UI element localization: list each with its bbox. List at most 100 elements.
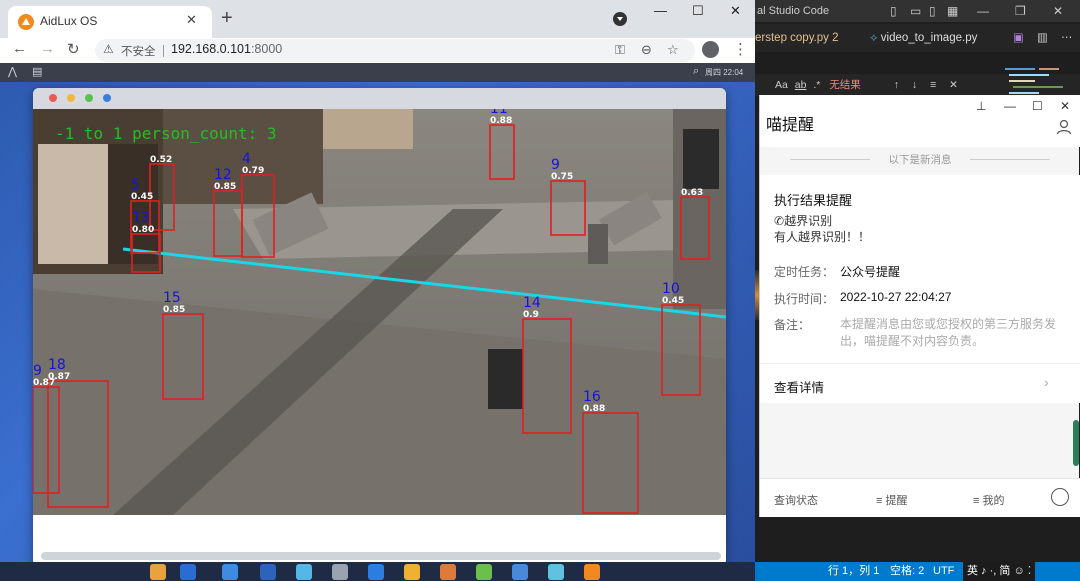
detection-video[interactable]: 0.52 12 0.85 4 0.79 5 0.45 13 0.80 15 0.85 18 0.87 9 0… — [33, 109, 726, 515]
miao-title: 喵提醒 — [766, 117, 815, 134]
track-id-label: 12 — [214, 167, 232, 183]
more-actions-icon[interactable]: ⋯ — [1061, 24, 1073, 52]
reload-icon[interactable]: ↻ — [67, 40, 80, 58]
score-label: 0.45 — [662, 296, 684, 306]
address-bar[interactable]: ⚠ 不安全 192.168.0.101:8000 ⚿ ⊖ ☆ — [95, 39, 695, 62]
viewer-info-icon[interactable] — [103, 94, 111, 102]
card-subtitle-text: 越界识别 — [784, 214, 833, 228]
taskbar-terminal-icon[interactable] — [180, 564, 196, 580]
detection-box — [489, 124, 515, 180]
vscode-restore-icon[interactable]: ❐ — [1015, 0, 1026, 22]
taskbar-app3-icon[interactable] — [548, 564, 564, 580]
taskbar-store-icon[interactable] — [368, 564, 384, 580]
close-find-icon[interactable]: ✕ — [949, 79, 958, 91]
viewer-horizontal-scrollbar[interactable] — [41, 552, 721, 560]
vscode-tabs: erstep copy.py 2 ⟡ video_to_image.py ▣ ▥… — [755, 24, 1080, 52]
url-text[interactable]: 192.168.0.101:8000 — [171, 42, 282, 56]
taskbar-code-icon[interactable] — [260, 564, 276, 580]
tab-steps-copy[interactable]: erstep copy.py 2 — [755, 24, 839, 52]
taskbar-bulb-icon[interactable] — [404, 564, 420, 580]
viewer-zoom-icon[interactable] — [85, 94, 93, 102]
warning-icon[interactable]: ⚠ — [103, 42, 114, 56]
tab-video-to-image[interactable]: ⟡ video_to_image.py — [870, 24, 977, 52]
whole-word-icon[interactable]: ab — [795, 79, 807, 91]
chevron-right-icon[interactable]: › — [1044, 374, 1049, 390]
ime-indicator[interactable]: 英 ♪ ·, 简 ☺ ⁚ — [963, 562, 1036, 581]
indent-setting[interactable]: 空格: 2 — [890, 562, 924, 581]
miao-scrollbar[interactable] — [1073, 420, 1079, 466]
miao-maximize-icon[interactable]: ☐ — [1032, 99, 1043, 113]
layout-aux-icon[interactable]: ▯ — [929, 0, 936, 22]
layout-panel-icon[interactable]: ▭ — [910, 0, 921, 22]
split-editor-icon[interactable]: ▥ — [1037, 24, 1048, 52]
layout-sidebar-icon[interactable]: ▯ — [890, 0, 897, 22]
find-selection-icon[interactable]: ≡ — [930, 79, 936, 91]
miao-minimize-icon[interactable]: — — [1004, 99, 1016, 113]
taskbar-settings-icon[interactable] — [332, 564, 348, 580]
regex-icon[interactable]: .* — [813, 79, 820, 91]
miao-close-icon[interactable]: ✕ — [1060, 99, 1070, 113]
detection-box — [582, 412, 639, 514]
omnibox-separator — [163, 45, 164, 57]
taskbar-aidlux-icon[interactable] — [584, 564, 600, 580]
detection-box — [47, 380, 109, 508]
cursor-position[interactable]: 行 1，列 1 — [828, 562, 879, 581]
pin-icon[interactable]: ⊥ — [976, 99, 986, 113]
preview-icon[interactable]: ▣ — [1013, 24, 1024, 52]
score-label: 0.88 — [583, 404, 605, 414]
nav-mine[interactable]: ≡ 我的 — [973, 492, 1004, 508]
vscode-close-icon[interactable]: ✕ — [1053, 0, 1063, 22]
tab-aidlux[interactable]: AidLux OS ✕ — [8, 6, 212, 38]
vscode-title: al Studio Code — [757, 5, 830, 17]
emoji-icon[interactable] — [1051, 488, 1069, 506]
profile-avatar-icon[interactable] — [702, 41, 719, 58]
user-icon[interactable] — [1056, 119, 1072, 135]
time-label: 执行时间： — [774, 292, 835, 306]
view-details-link[interactable]: 查看详情 — [774, 377, 824, 396]
vscode-title-bar: al Studio Code ▯ ▭ ▯ ▦ — ❐ ✕ — [755, 0, 1080, 22]
match-case-icon[interactable]: Aa — [775, 79, 788, 91]
new-tab-button[interactable]: + — [221, 8, 233, 28]
back-icon[interactable]: ← — [12, 40, 27, 57]
message-card: 执行结果提醒 ✆越界识别 有人越界识别！！ 定时任务： 公众号提醒 执行时间： … — [760, 175, 1080, 403]
prev-match-icon[interactable]: ↑ — [894, 79, 899, 91]
taskbar-files-icon[interactable] — [150, 564, 166, 580]
url-host: 192.168.0.101 — [171, 42, 251, 56]
card-message: 有人越界识别！！ — [774, 230, 871, 244]
tab-title: AidLux OS — [40, 14, 98, 28]
viewer-minimize-icon[interactable] — [67, 94, 75, 102]
taskbar-app-icon[interactable] — [476, 564, 492, 580]
nav-remind[interactable]: ≡ 提醒 — [876, 492, 907, 508]
insecure-label[interactable]: 不安全 — [121, 43, 156, 59]
chrome-menu-icon[interactable]: ⋮ — [733, 40, 748, 58]
tab-label: video_to_image.py — [880, 32, 978, 44]
close-icon[interactable]: ✕ — [730, 3, 741, 19]
taskbar-browser-icon[interactable] — [222, 564, 238, 580]
viewer-close-icon[interactable] — [49, 94, 57, 102]
maximize-icon[interactable]: ☐ — [692, 3, 704, 19]
encoding[interactable]: UTF — [933, 562, 954, 581]
taskbar-tool-icon[interactable] — [440, 564, 456, 580]
minimize-icon[interactable]: — — [654, 3, 667, 18]
zoom-icon[interactable]: ⊖ — [641, 42, 652, 58]
tab-strip: AidLux OS ✕ + — ☐ ✕ — [0, 0, 755, 38]
aidlux-home-icon[interactable]: ⋀ — [8, 65, 17, 78]
note-value: 本提醒消息由您或您授权的第三方服务发出，喵提醒不对内容负责。 — [840, 317, 1057, 348]
layout-custom-icon[interactable]: ▦ — [947, 0, 958, 22]
miao-reminder-window: 喵提醒 ⊥ — ☐ ✕ 以下是新消息 执行结果提醒 ✆越界识别 有人越界识别！！… — [759, 95, 1080, 517]
window-list-icon[interactable]: ▤ — [32, 65, 42, 78]
key-icon[interactable]: ⚿ — [615, 42, 625, 58]
vscode-minimize-icon[interactable]: — — [977, 0, 989, 22]
search-icon[interactable]: ⌕ — [693, 65, 699, 78]
next-match-icon[interactable]: ↓ — [912, 79, 917, 91]
taskbar-app2-icon[interactable] — [512, 564, 528, 580]
tab-search-icon[interactable] — [613, 12, 627, 26]
bookmark-star-icon[interactable]: ☆ — [667, 42, 679, 58]
track-id-label: 16 — [583, 389, 601, 405]
vscode-status-bar: 行 1，列 1 空格: 2 UTF 英 ♪ ·, 简 ☺ ⁚ — [755, 562, 1080, 581]
close-tab-icon[interactable]: ✕ — [186, 12, 197, 28]
forward-icon[interactable]: → — [40, 40, 55, 57]
taskbar-cloud-icon[interactable] — [296, 564, 312, 580]
score-label: 0.85 — [214, 182, 236, 192]
nav-query-status[interactable]: 查询状态 — [774, 492, 818, 508]
